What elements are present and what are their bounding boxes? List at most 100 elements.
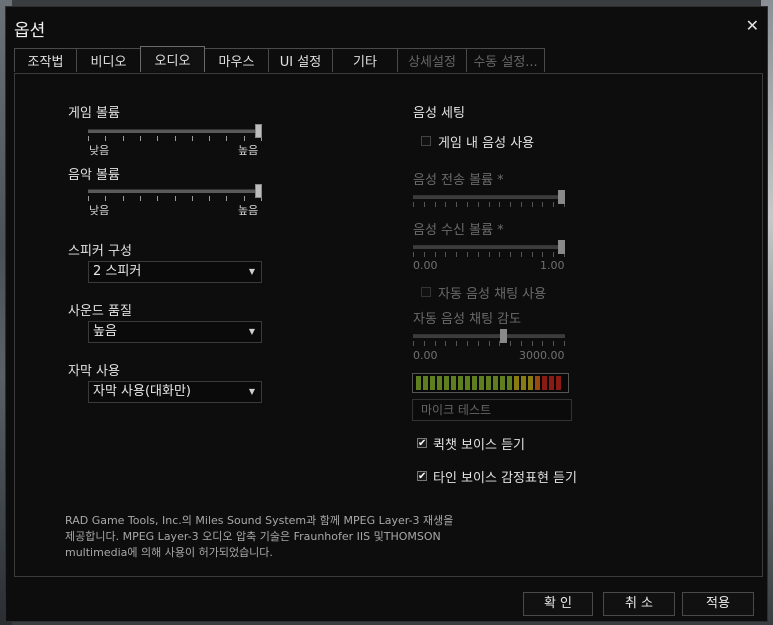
slider-tick — [105, 136, 106, 141]
slider-tick — [435, 202, 436, 207]
cancel-button[interactable]: 취 소 — [603, 592, 675, 616]
meter-segment — [437, 376, 442, 390]
slider-tick — [424, 202, 425, 207]
tab-advanced: 상세설정 — [397, 48, 467, 72]
music-volume-label: 음악 볼륨 — [68, 168, 120, 183]
slider-tick — [489, 341, 490, 346]
slider-tick — [88, 136, 89, 141]
slider-tick — [244, 136, 245, 141]
slider-tick — [424, 341, 425, 346]
slider-tick — [209, 136, 210, 141]
meter-segment — [416, 376, 421, 390]
slider-tick — [478, 202, 479, 207]
close-icon[interactable]: ✕ — [746, 16, 759, 35]
ingame-voice-checkbox[interactable] — [421, 136, 431, 146]
slider-tick — [445, 341, 446, 346]
slider-tick — [542, 202, 543, 207]
slider-tick — [435, 252, 436, 257]
meter-segment — [465, 376, 470, 390]
slider-tick — [467, 252, 468, 257]
meter-segment — [493, 376, 498, 390]
meter-segment — [472, 376, 477, 390]
sound-quality-dropdown[interactable]: 높음 ▼ — [88, 321, 262, 343]
meter-segment — [514, 376, 519, 390]
slider-tick — [226, 136, 227, 141]
voice-recv-min-label: 0.00 — [413, 259, 438, 272]
legal-line-3: multimedia에 의해 사용이 허가되었습니다. — [65, 546, 273, 559]
chevron-down-icon: ▼ — [248, 267, 255, 276]
slider-thumb[interactable] — [558, 190, 565, 204]
slider-tick — [542, 252, 543, 257]
slider-tick — [553, 341, 554, 346]
slider-tick — [521, 202, 522, 207]
slider-thumb[interactable] — [255, 184, 262, 198]
slider-tick — [510, 341, 511, 346]
sound-quality-value: 높음 — [93, 324, 117, 339]
tab-video[interactable]: 비디오 — [76, 48, 141, 72]
slider-tick — [435, 341, 436, 346]
tab-mouse[interactable]: 마우스 — [204, 48, 269, 72]
meter-segment — [528, 376, 533, 390]
slider-thumb[interactable] — [255, 124, 262, 138]
slider-tick — [209, 196, 210, 201]
slider-thumb[interactable] — [500, 329, 507, 343]
game-volume-max-label: 높음 — [238, 144, 259, 157]
slider-tick — [192, 196, 193, 201]
subtitles-dropdown[interactable]: 자막 사용(대화만) ▼ — [88, 381, 262, 403]
slider-ticks — [88, 196, 262, 201]
chevron-down-icon: ▼ — [248, 387, 255, 396]
tab-ui-settings[interactable]: UI 설정 — [268, 48, 333, 72]
meter-segment — [535, 376, 540, 390]
meter-segment — [479, 376, 484, 390]
slider-tick — [564, 341, 565, 346]
slider-tick — [244, 196, 245, 201]
speaker-config-value: 2 스피커 — [93, 264, 142, 279]
slider-tick — [413, 202, 414, 207]
meter-segment — [500, 376, 505, 390]
quickchat-voice-label: 퀵챗 보이스 듣기 — [433, 438, 525, 453]
slider-thumb[interactable] — [558, 240, 565, 254]
subtitles-value: 자막 사용(대화만) — [93, 384, 191, 399]
auto-sens-max-label: 3000.00 — [519, 349, 565, 362]
auto-voice-chat-label: 자동 음성 채팅 사용 — [438, 287, 547, 302]
subtitles-label: 자막 사용 — [68, 364, 120, 379]
tab-audio[interactable]: 오디오 — [140, 46, 205, 72]
slider-tick — [456, 252, 457, 257]
voice-settings-heading: 음성 세팅 — [413, 106, 465, 121]
meter-segment — [458, 376, 463, 390]
window-title: 옵션 — [14, 21, 46, 41]
slider-tick — [489, 252, 490, 257]
speaker-config-label: 스피커 구성 — [68, 244, 132, 259]
tab-misc[interactable]: 기타 — [332, 48, 398, 72]
slider-tick — [157, 136, 158, 141]
meter-segment — [521, 376, 526, 390]
ok-button[interactable]: 확 인 — [523, 592, 593, 616]
game-volume-slider[interactable] — [88, 124, 262, 146]
quickchat-voice-checkbox[interactable]: ✔ — [417, 438, 427, 449]
slider-tick — [175, 136, 176, 141]
music-volume-max-label: 높음 — [238, 204, 259, 217]
slider-track — [88, 129, 262, 133]
slider-tick — [192, 136, 193, 141]
slider-tick — [532, 341, 533, 346]
apply-button[interactable]: 적용 — [682, 592, 754, 616]
voice-level-meter — [412, 373, 569, 393]
slider-track — [88, 189, 262, 193]
tab-controls[interactable]: 조작법 — [14, 48, 77, 72]
speaker-config-dropdown[interactable]: 2 스피커 ▼ — [88, 261, 262, 283]
slider-tick — [499, 252, 500, 257]
other-emote-voice-checkbox[interactable]: ✔ — [417, 471, 427, 482]
music-volume-slider[interactable] — [88, 184, 262, 206]
ingame-voice-label: 게임 내 음성 사용 — [438, 136, 535, 151]
sound-quality-label: 사운드 품질 — [68, 304, 132, 319]
meter-segment — [542, 376, 547, 390]
slider-tick — [140, 136, 141, 141]
slider-tick — [413, 341, 414, 346]
slider-track — [413, 245, 565, 249]
meter-segment — [486, 376, 491, 390]
auto-voice-sensitivity-label: 자동 음성 채팅 감도 — [413, 312, 522, 327]
slider-tick — [175, 196, 176, 201]
meter-segment — [556, 376, 561, 390]
slider-tick — [413, 252, 414, 257]
slider-tick — [140, 196, 141, 201]
